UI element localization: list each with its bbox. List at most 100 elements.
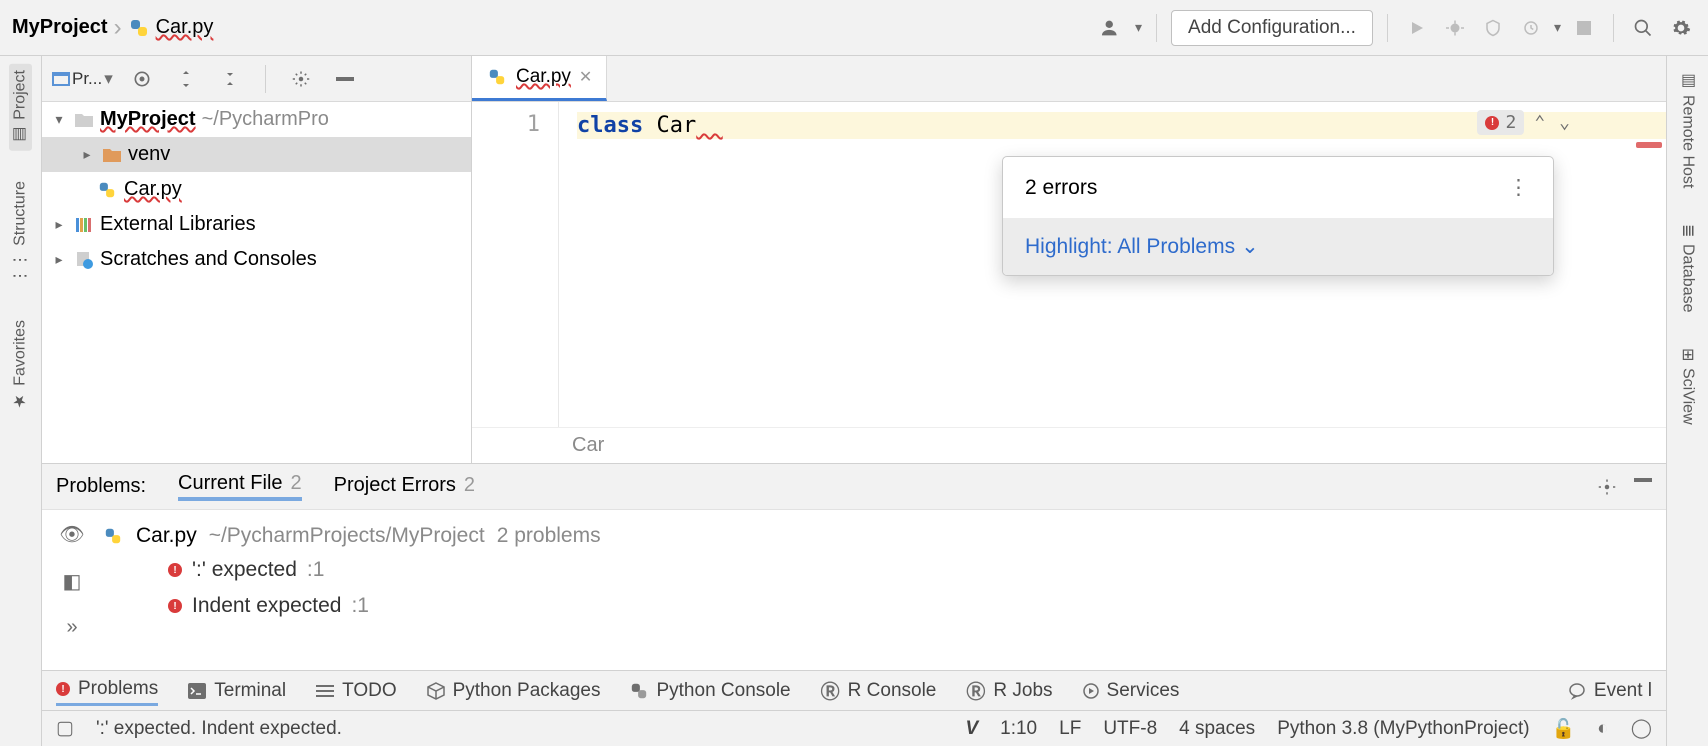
next-error-icon[interactable]: ⌄ (1555, 112, 1574, 133)
sciview-tool-tab[interactable]: ⊞SciView (1676, 342, 1699, 430)
python-packages-tool-tab[interactable]: Python Packages (427, 680, 601, 702)
hide-icon[interactable] (330, 64, 360, 94)
indent-setting[interactable]: 4 spaces (1179, 718, 1255, 740)
debug-icon[interactable] (1440, 13, 1470, 43)
status-bar: ▢ ':' expected. Indent expected. V 1:10 … (42, 710, 1666, 746)
expand-all-icon[interactable] (171, 64, 201, 94)
memory-indicator-icon[interactable]: ◯ (1631, 717, 1652, 740)
inspection-widget[interactable]: !2 ⌃ ⌄ (1477, 110, 1574, 135)
breadcrumb-project[interactable]: MyProject (12, 16, 108, 39)
gear-icon[interactable] (1598, 478, 1616, 496)
add-configuration-button[interactable]: Add Configuration... (1171, 10, 1373, 46)
breadcrumb-file[interactable]: Car.py (156, 16, 214, 39)
r-icon: Ⓡ (966, 677, 985, 704)
close-icon[interactable]: ✕ (579, 67, 592, 87)
chevron-right-icon[interactable]: ▸ (50, 251, 68, 268)
bottom-tool-strip: !Problems Terminal TODO Python Packages … (42, 670, 1666, 710)
highlight-dropdown[interactable]: Highlight: All Problems ⌄ (1003, 218, 1553, 275)
tree-extlib-label: External Libraries (100, 213, 256, 236)
line-separator[interactable]: LF (1059, 718, 1081, 740)
error-count-pill[interactable]: !2 (1477, 110, 1524, 135)
problem-item[interactable]: ! ':' expected :1 (102, 552, 1666, 588)
database-tool-tab[interactable]: ≣Database (1676, 218, 1699, 318)
tree-file-car[interactable]: Car.py (42, 172, 471, 207)
python-interpreter[interactable]: Python 3.8 (MyPythonProject) (1277, 718, 1529, 740)
editor-breadcrumb[interactable]: Car (472, 427, 1666, 463)
editor-tab-car[interactable]: Car.py ✕ (472, 56, 607, 101)
project-tool-tab[interactable]: ▥Project (9, 64, 32, 151)
problems-tool-tab[interactable]: !Problems (56, 678, 158, 706)
tool-windows-icon[interactable]: ▢ (56, 717, 74, 740)
chevron-down-icon[interactable]: ▾ (1135, 19, 1142, 36)
problems-file-header[interactable]: Car.py ~/PycharmProjects/MyProject 2 pro… (102, 520, 1666, 552)
gutter: 1 (472, 102, 558, 427)
eye-icon[interactable]: 👁 (59, 522, 84, 547)
python-file-icon (128, 17, 150, 39)
problems-list[interactable]: Car.py ~/PycharmProjects/MyProject 2 pro… (102, 510, 1666, 670)
tree-root[interactable]: ▾ MyProject ~/PycharmPro (42, 102, 471, 137)
code-area[interactable]: class Car !2 ⌃ ⌄ 2 errors ⋮ (558, 102, 1666, 427)
editor-body[interactable]: 1 class Car !2 ⌃ ⌄ (472, 102, 1666, 427)
coverage-icon[interactable] (1478, 13, 1508, 43)
tree-external-libraries[interactable]: ▸ External Libraries (42, 207, 471, 242)
structure-tool-tab[interactable]: ⋮⋮Structure (9, 175, 32, 290)
tree-scratches[interactable]: ▸ Scratches and Consoles (42, 242, 471, 277)
problem-location: :1 (351, 594, 369, 618)
locate-icon[interactable] (127, 64, 157, 94)
expand-icon[interactable]: » (66, 616, 77, 639)
r-jobs-tool-tab[interactable]: ⓇR Jobs (966, 677, 1052, 704)
hide-icon[interactable] (1634, 478, 1652, 496)
python-file-icon (96, 179, 118, 201)
more-icon[interactable]: ⋮ (1508, 175, 1531, 200)
collapse-all-icon[interactable] (215, 64, 245, 94)
inspection-profile-icon[interactable]: ◐ (1597, 718, 1608, 740)
server-icon: ▤ (1678, 70, 1697, 89)
tab-current-file[interactable]: Current File2 (178, 472, 302, 501)
file-encoding[interactable]: UTF-8 (1103, 718, 1157, 740)
vim-icon[interactable]: V (965, 718, 978, 740)
lock-icon[interactable]: 🔓 (1552, 717, 1576, 741)
profile-icon[interactable] (1516, 13, 1546, 43)
chevron-right-icon: › (114, 14, 122, 42)
inspection-popup: 2 errors ⋮ Highlight: All Problems ⌄ (1002, 156, 1554, 276)
todo-tool-tab[interactable]: TODO (316, 680, 397, 702)
chevron-right-icon[interactable]: ▸ (50, 216, 68, 233)
services-tool-tab[interactable]: Services (1083, 680, 1180, 702)
chevron-right-icon[interactable]: ▸ (78, 146, 96, 163)
remote-host-tool-tab[interactable]: ▤Remote Host (1676, 64, 1699, 194)
chevron-down-icon: ⌄ (1241, 234, 1259, 259)
chevron-down-icon: ▾ (104, 69, 113, 89)
problem-item[interactable]: ! Indent expected :1 (102, 588, 1666, 624)
tree-file-label: Car.py (124, 178, 182, 201)
project-tree[interactable]: ▾ MyProject ~/PycharmPro ▸ venv Car.py (42, 102, 471, 463)
breadcrumb[interactable]: MyProject › Car.py (12, 14, 213, 42)
users-icon[interactable] (1097, 13, 1127, 43)
list-icon (316, 684, 334, 698)
problems-file-count: 2 problems (497, 524, 601, 548)
tree-venv[interactable]: ▸ venv (42, 137, 471, 172)
tree-root-path: ~/PycharmPro (202, 108, 329, 131)
python-console-tool-tab[interactable]: Python Console (630, 680, 790, 702)
packages-icon (427, 682, 445, 700)
crumb-item[interactable]: Car (572, 434, 604, 457)
terminal-tool-tab[interactable]: Terminal (188, 680, 286, 702)
stop-icon[interactable] (1569, 13, 1599, 43)
python-file-icon (486, 66, 508, 88)
prev-error-icon[interactable]: ⌃ (1530, 112, 1549, 133)
gear-icon[interactable] (286, 64, 316, 94)
favorites-tool-tab[interactable]: ★Favorites (9, 314, 32, 417)
run-icon[interactable] (1402, 13, 1432, 43)
python-icon (630, 682, 648, 700)
search-icon[interactable] (1628, 13, 1658, 43)
scratches-icon (74, 251, 94, 269)
layout-icon[interactable]: ◧ (63, 569, 82, 594)
gear-icon[interactable] (1666, 13, 1696, 43)
caret-position[interactable]: 1:10 (1000, 718, 1037, 740)
chevron-down-icon[interactable]: ▾ (50, 111, 68, 128)
tab-project-errors[interactable]: Project Errors2 (334, 474, 475, 499)
event-log-tool-tab[interactable]: Event l (1568, 680, 1652, 702)
error-stripe[interactable] (1636, 142, 1662, 148)
project-view-selector[interactable]: Pr...▾ (52, 69, 113, 89)
chevron-down-icon[interactable]: ▾ (1554, 19, 1561, 36)
r-console-tool-tab[interactable]: ⓇR Console (821, 677, 937, 704)
